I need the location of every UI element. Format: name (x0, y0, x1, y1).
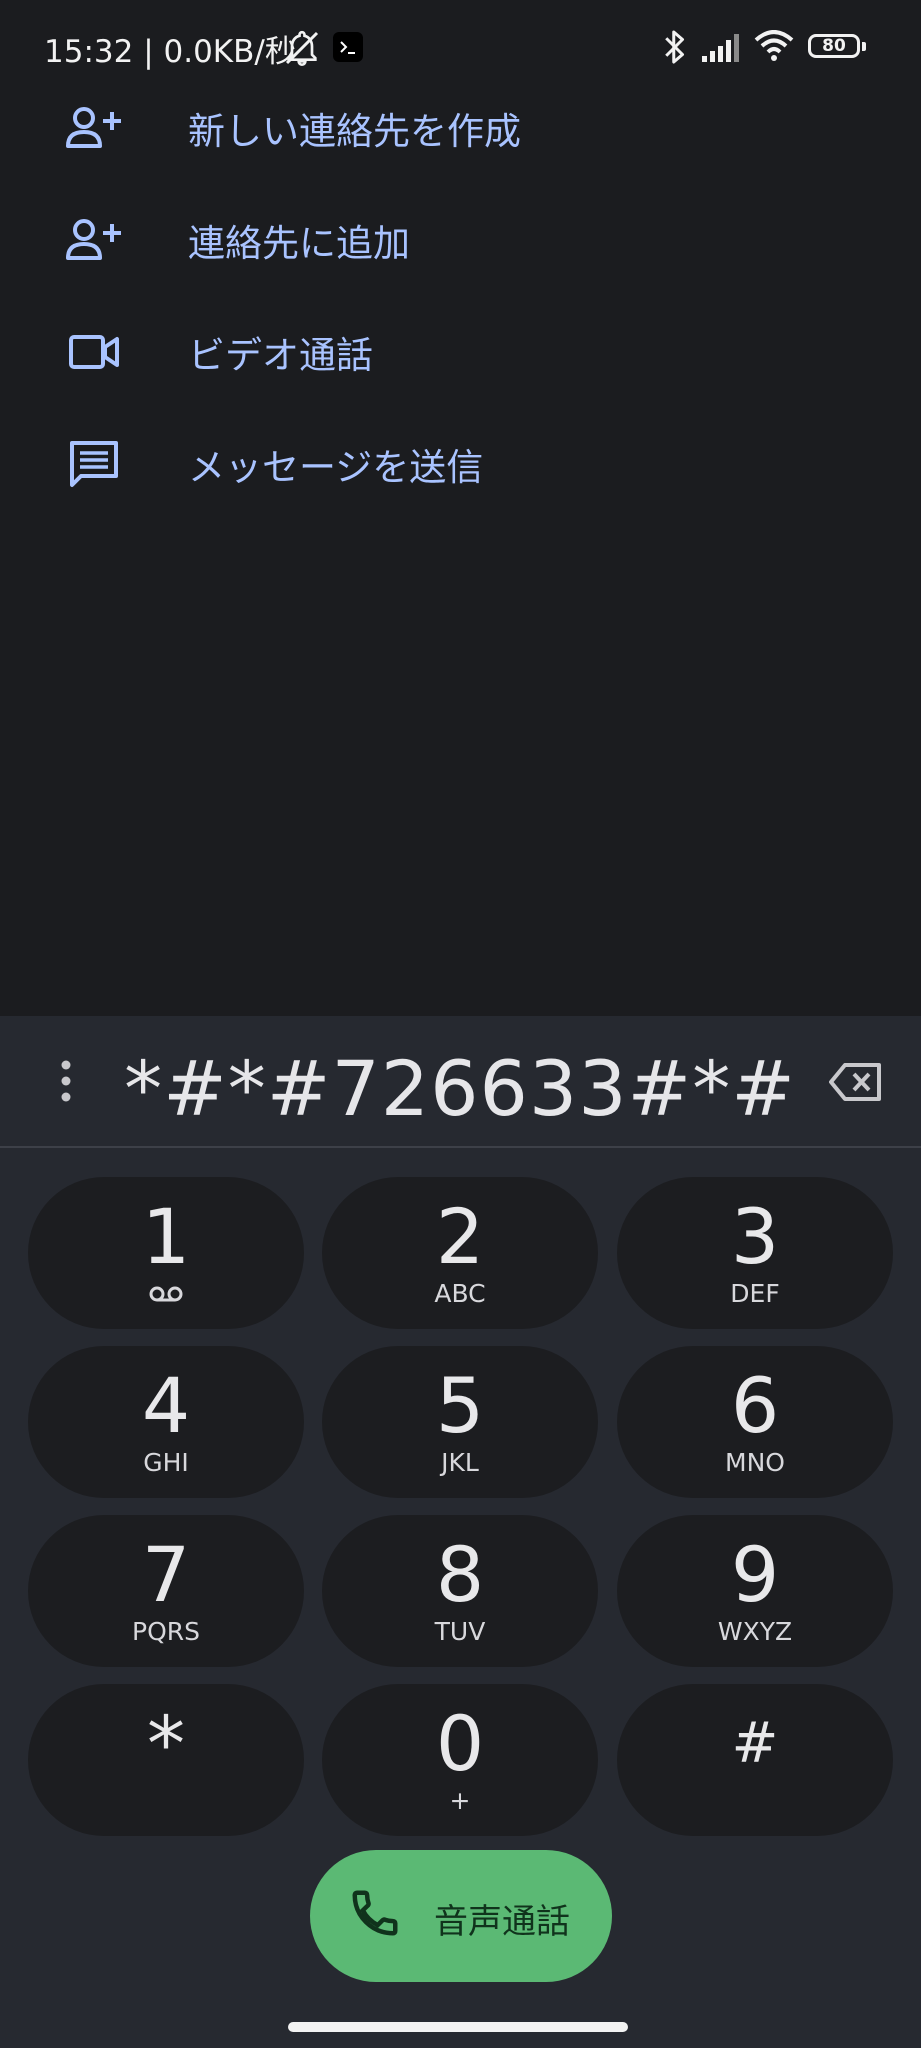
action-label: 新しい連絡先を作成 (188, 110, 521, 153)
dial-key-8[interactable]: 8 TUV (322, 1515, 598, 1667)
home-indicator[interactable] (288, 2022, 628, 2032)
status-time-and-speed: 15:32 | 0.0KB/秒 (44, 34, 296, 70)
key-letters: WXYZ (717, 1617, 793, 1646)
key-letters: TUV (434, 1617, 486, 1646)
battery-level: 80 (822, 36, 846, 56)
more-options-button[interactable] (46, 1051, 86, 1111)
backspace-icon (829, 1063, 881, 1101)
person-add-icon (66, 212, 122, 268)
key-letters: PQRS (132, 1617, 200, 1646)
key-letters: + (449, 1786, 471, 1815)
phone-icon (352, 1890, 398, 1936)
voicemail-icon (148, 1279, 184, 1309)
person-add-icon (66, 100, 122, 156)
key-letters: JKL (441, 1448, 479, 1477)
wifi-icon (754, 30, 794, 61)
message-icon (66, 436, 122, 492)
key-digit: 8 (435, 1530, 485, 1619)
dial-key-1[interactable]: 1 (28, 1177, 304, 1329)
backspace-button[interactable] (826, 1058, 886, 1106)
bluetooth-icon (665, 30, 684, 64)
dial-key-7[interactable]: 7 PQRS (28, 1515, 304, 1667)
voice-call-button[interactable]: 音声通話 (310, 1850, 612, 1982)
voice-call-label: 音声通話 (434, 1902, 570, 1942)
key-digit: 2 (435, 1192, 485, 1281)
dial-key-6[interactable]: 6 MNO (617, 1346, 893, 1498)
add-to-contact-item[interactable]: 連絡先に追加 (0, 184, 921, 296)
key-digit: 4 (141, 1361, 191, 1450)
dial-key-hash[interactable]: # (617, 1684, 893, 1836)
key-digit: 7 (141, 1530, 191, 1619)
key-digit: 6 (730, 1361, 780, 1450)
terminal-icon (333, 32, 363, 62)
key-digit: * (147, 1699, 185, 1788)
dial-key-2[interactable]: 2 ABC (322, 1177, 598, 1329)
key-letters: GHI (143, 1448, 189, 1477)
action-label: ビデオ通話 (188, 334, 373, 377)
create-new-contact-item[interactable]: 新しい連絡先を作成 (0, 72, 921, 184)
key-digit: 3 (730, 1192, 780, 1281)
number-row: *#*#726633#*# (0, 1016, 921, 1148)
send-message-item[interactable]: メッセージを送信 (0, 408, 921, 520)
dial-key-4[interactable]: 4 GHI (28, 1346, 304, 1498)
key-letters: MNO (725, 1448, 785, 1477)
dialed-number[interactable]: *#*#726633#*# (120, 1044, 800, 1133)
video-camera-icon (66, 324, 122, 380)
more-vert-icon (61, 1060, 71, 1102)
action-list: 新しい連絡先を作成 連絡先に追加 ビデオ通話 メッセージを送信 (0, 72, 921, 520)
video-call-item[interactable]: ビデオ通話 (0, 296, 921, 408)
cellular-signal-icon (702, 34, 739, 62)
dial-key-5[interactable]: 5 JKL (322, 1346, 598, 1498)
action-label: メッセージを送信 (188, 446, 484, 489)
action-label: 連絡先に追加 (188, 222, 410, 265)
key-letters: ABC (434, 1279, 486, 1308)
key-digit: 9 (730, 1530, 780, 1619)
dnd-bell-off-icon (285, 30, 319, 67)
dial-key-0[interactable]: 0 + (322, 1684, 598, 1836)
battery-icon: 80 (808, 34, 866, 58)
dial-key-9[interactable]: 9 WXYZ (617, 1515, 893, 1667)
key-letters: DEF (730, 1279, 780, 1308)
key-digit: # (731, 1711, 779, 1776)
key-digit: 5 (435, 1361, 485, 1450)
dial-key-star[interactable]: * (28, 1684, 304, 1836)
key-digit: 0 (435, 1699, 485, 1788)
dialer-screen: 15:32 | 0.0KB/秒 80 新しい連絡先を作成 連絡先に追加 ビデオ通… (0, 0, 921, 2048)
dial-key-3[interactable]: 3 DEF (617, 1177, 893, 1329)
key-digit: 1 (141, 1192, 191, 1281)
